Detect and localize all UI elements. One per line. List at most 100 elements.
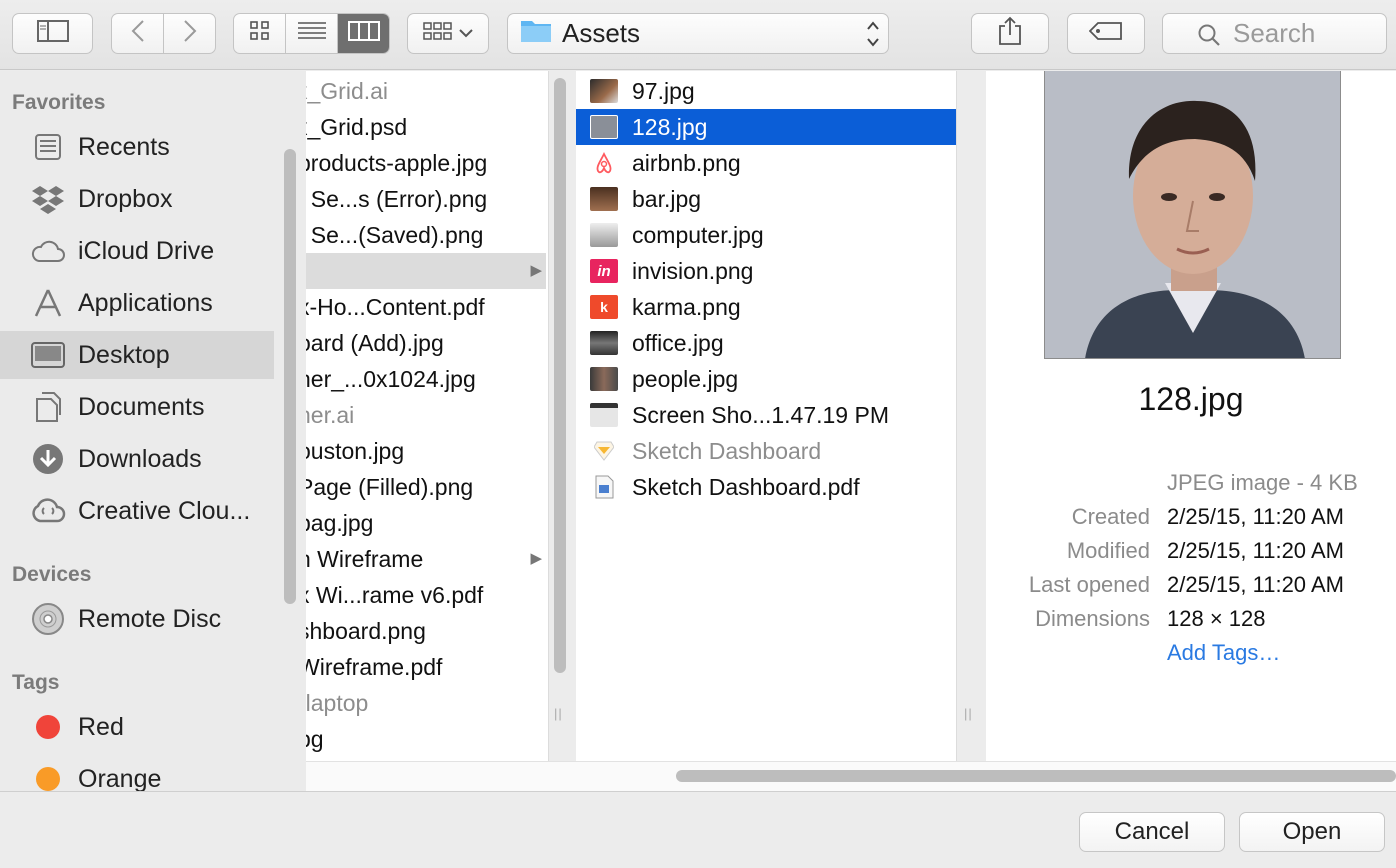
- list-item[interactable]: ner.ai: [306, 397, 546, 433]
- preview-label-created: Created: [1071, 504, 1150, 529]
- list-item[interactable]: -laptop: [306, 685, 546, 721]
- sidebar: Favorites Recents Dropbox iCloud Drive A…: [0, 71, 306, 791]
- list-item-selected-folder[interactable]: ▶: [306, 253, 546, 289]
- tags-button[interactable]: [1067, 13, 1145, 54]
- red-tag-dot-icon: [30, 709, 66, 745]
- creative-cloud-icon: [30, 493, 66, 529]
- sidebar-item-icloud-drive[interactable]: iCloud Drive: [0, 227, 274, 275]
- list-item[interactable]: t Se...(Saved).png: [306, 217, 546, 253]
- icon-view-button[interactable]: [234, 14, 286, 53]
- search-field[interactable]: Search: [1162, 13, 1387, 54]
- group-by-button[interactable]: [407, 13, 489, 54]
- column-scrollbar[interactable]: [554, 78, 566, 673]
- cancel-button[interactable]: Cancel: [1079, 812, 1225, 852]
- disc-icon: [30, 601, 66, 637]
- downloads-icon: [30, 441, 66, 477]
- invision-icon: in: [590, 259, 618, 283]
- list-item-selected[interactable]: 128.jpg: [576, 109, 956, 145]
- preview-image: [1044, 71, 1341, 359]
- list-item[interactable]: bag.jpg: [306, 505, 546, 541]
- preview-kind: JPEG image - 4 KB: [1167, 470, 1358, 495]
- list-item[interactable]: x_Grid.psd: [306, 109, 546, 145]
- list-item[interactable]: in invision.png: [576, 253, 956, 289]
- screenshot-thumb-icon: [590, 403, 618, 427]
- image-thumb-icon: [590, 187, 618, 211]
- list-item[interactable]: pg: [306, 721, 546, 757]
- sidebar-item-label: Creative Clou...: [78, 496, 251, 525]
- sidebar-item-label: iCloud Drive: [78, 236, 215, 265]
- list-item[interactable]: shboard.png: [306, 613, 546, 649]
- sidebar-section-favorites: Favorites: [12, 91, 106, 114]
- list-item[interactable]: Screen Sho...1.47.19 PM: [576, 397, 956, 433]
- sidebar-item-remote-disc[interactable]: Remote Disc: [0, 595, 274, 643]
- list-item[interactable]: products-apple.jpg: [306, 145, 546, 181]
- add-tags-link[interactable]: Add Tags…: [1167, 640, 1280, 666]
- recents-icon: [30, 129, 66, 165]
- image-thumb-icon: [590, 367, 618, 391]
- sidebar-item-label: Desktop: [78, 340, 170, 369]
- karma-icon: k: [590, 295, 618, 319]
- share-button[interactable]: [971, 13, 1049, 54]
- list-item[interactable]: t Se...s (Error).png: [306, 181, 546, 217]
- sidebar-item-label: Red: [78, 712, 124, 741]
- list-item[interactable]: ner_...0x1024.jpg: [306, 361, 546, 397]
- preview-value-created: 2/25/15, 11:20 AM: [1167, 504, 1344, 529]
- list-item[interactable]: x Wi...rame v6.pdf: [306, 577, 546, 613]
- list-item[interactable]: oard (Add).jpg: [306, 325, 546, 361]
- list-item[interactable]: bar.jpg: [576, 181, 956, 217]
- column-resize-handle[interactable]: ||: [964, 706, 973, 721]
- cloud-icon: [30, 233, 66, 269]
- list-item[interactable]: Sketch Dashboard: [576, 433, 956, 469]
- orange-tag-dot-icon: [30, 761, 66, 791]
- sidebar-toggle-button[interactable]: [12, 13, 93, 54]
- view-mode-control: [233, 13, 390, 54]
- list-item[interactable]: Wireframe.pdf: [306, 649, 546, 685]
- disclosure-arrow-icon: ▶: [530, 262, 542, 279]
- search-icon: [1197, 23, 1221, 54]
- browser-column-assets: 97.jpg 128.jpg airbnb.png bar.jpg comput…: [576, 71, 957, 761]
- browser-column-parent: x_Grid.ai x_Grid.psd products-apple.jpg …: [306, 71, 549, 761]
- path-popup[interactable]: Assets: [507, 13, 889, 54]
- open-button[interactable]: Open: [1239, 812, 1385, 852]
- sidebar-item-label: Documents: [78, 392, 205, 421]
- pdf-icon: [590, 475, 618, 499]
- chevron-down-icon: [459, 25, 473, 43]
- list-item[interactable]: 97.jpg: [576, 73, 956, 109]
- list-item[interactable]: Page (Filled).png: [306, 469, 546, 505]
- horizontal-scrollbar[interactable]: [676, 770, 1396, 782]
- list-item[interactable]: airbnb.png: [576, 145, 956, 181]
- sidebar-item-tag-red[interactable]: Red: [0, 703, 274, 751]
- column-resize-handle[interactable]: ||: [554, 706, 563, 721]
- desktop-icon: [30, 337, 66, 373]
- sidebar-item-applications[interactable]: Applications: [0, 279, 274, 327]
- sidebar-item-tag-orange[interactable]: Orange: [0, 755, 274, 791]
- grid-icon: [249, 21, 270, 46]
- group-grid-icon: [423, 21, 453, 46]
- sidebar-item-label: Remote Disc: [78, 604, 222, 633]
- list-view-button[interactable]: [286, 14, 338, 53]
- back-button[interactable]: [112, 14, 164, 53]
- sidebar-item-creative-cloud[interactable]: Creative Clou...: [0, 487, 274, 535]
- list-item[interactable]: people.jpg: [576, 361, 956, 397]
- airbnb-icon: [590, 151, 618, 175]
- list-item[interactable]: x_Grid.ai: [306, 73, 546, 109]
- sidebar-item-desktop[interactable]: Desktop: [0, 331, 274, 379]
- sidebar-item-recents[interactable]: Recents: [0, 123, 274, 171]
- preview-value-last-opened: 2/25/15, 11:20 AM: [1167, 572, 1344, 597]
- forward-button[interactable]: [164, 14, 215, 53]
- sidebar-item-dropbox[interactable]: Dropbox: [0, 175, 274, 223]
- sidebar-item-downloads[interactable]: Downloads: [0, 435, 274, 483]
- list-item[interactable]: computer.jpg: [576, 217, 956, 253]
- disclosure-arrow-icon: ▶: [530, 550, 542, 567]
- sidebar-item-label: Applications: [78, 288, 213, 317]
- sidebar-scrollbar[interactable]: [284, 149, 296, 604]
- list-item[interactable]: k karma.png: [576, 289, 956, 325]
- list-item[interactable]: ouston.jpg: [306, 433, 546, 469]
- sidebar-item-documents[interactable]: Documents: [0, 383, 274, 431]
- list-item[interactable]: x-Ho...Content.pdf: [306, 289, 546, 325]
- list-item[interactable]: office.jpg: [576, 325, 956, 361]
- list-item[interactable]: Sketch Dashboard.pdf: [576, 469, 956, 505]
- column-view-button[interactable]: [338, 14, 389, 53]
- path-label: Assets: [562, 18, 641, 48]
- list-item-folder[interactable]: n Wireframe ▶: [306, 541, 546, 577]
